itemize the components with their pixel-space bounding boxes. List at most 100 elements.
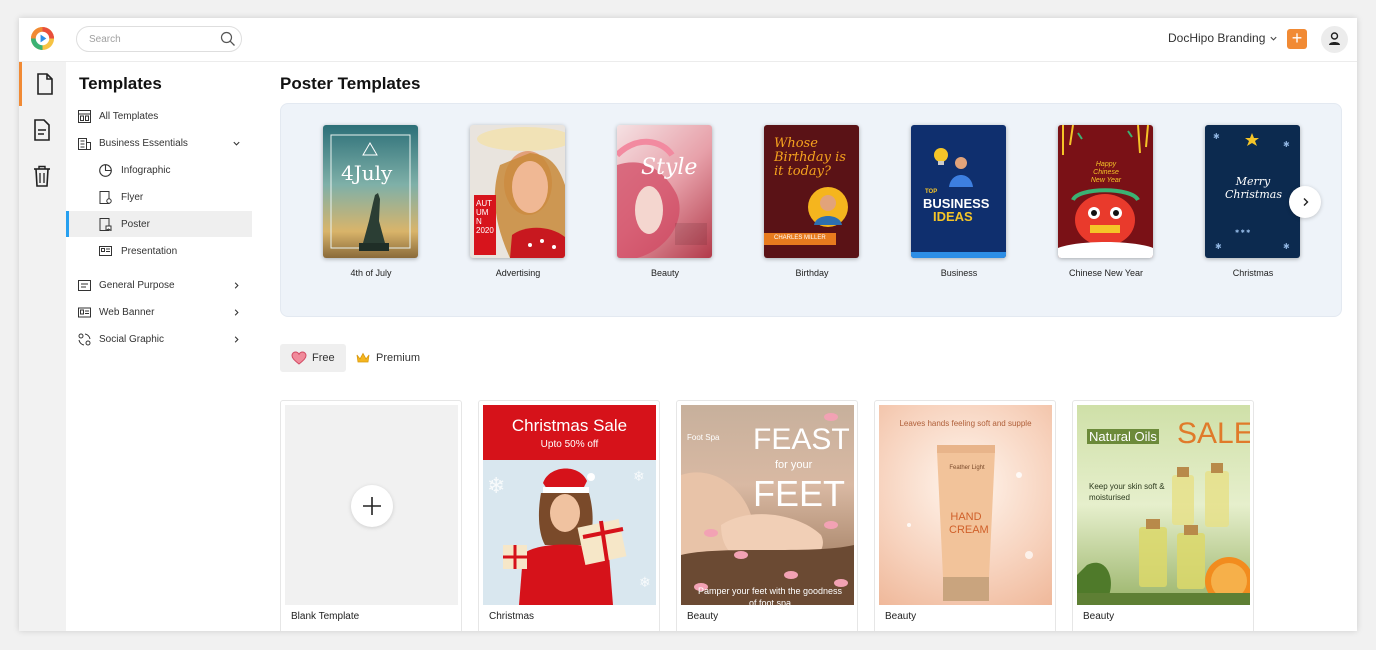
sidebar-item-label: Flyer (121, 191, 144, 203)
page-title: Poster Templates (280, 74, 421, 93)
svg-text:✱: ✱ (1283, 140, 1290, 149)
sidebar-item-label: Business Essentials (99, 137, 188, 149)
category-thumbnail: AUTUMN 2020 (470, 125, 565, 258)
sidebar-item-label: Infographic (121, 164, 171, 176)
lion-dance-illustration (1058, 125, 1153, 258)
user-account-button[interactable] (1321, 26, 1348, 53)
category-thumbnail: Style (617, 125, 712, 258)
filter-premium-label: Premium (376, 352, 421, 364)
template-footer: Pamper your feet with the goodness of fo… (697, 586, 843, 605)
sidebar-item-label: Presentation (121, 245, 178, 257)
document-lines-icon (34, 119, 50, 141)
chevron-right-icon (1303, 198, 1309, 206)
pie-chart-icon (99, 163, 112, 177)
filter-free-label: Free (312, 352, 335, 364)
main-content: Poster Templates 4July 4th of July AUTUM… (252, 62, 1357, 631)
category-label: Chinese New Year (1068, 268, 1144, 278)
category-label: Christmas (1232, 268, 1274, 278)
category-card-beauty[interactable]: Style Beauty (617, 125, 713, 278)
flyer-icon (99, 190, 112, 204)
rail-my-documents[interactable] (19, 108, 66, 152)
social-share-icon (78, 333, 91, 345)
template-thumbnail: Natural Oils SALE Keep your skin soft & … (1077, 405, 1250, 605)
sidebar-item-presentation[interactable]: Presentation (66, 238, 252, 264)
category-thumbnail: 4July (323, 125, 418, 258)
svg-text:✱: ✱ (1213, 132, 1220, 141)
templates-sidebar: Templates All Templates Business Essenti… (66, 62, 252, 631)
woman-hat-photo (474, 127, 565, 258)
sidebar-item-all-templates[interactable]: All Templates (66, 103, 252, 129)
template-thumbnail: Foot Spa FEAST for your FEET Pamper your… (681, 405, 854, 605)
template-thumbnail (285, 405, 458, 605)
template-card-hand-cream[interactable]: Leaves hands feeling soft and supple Fea… (874, 400, 1056, 631)
building-icon (78, 137, 91, 150)
category-thumbnail: TOP BUSINESS IDEAS (911, 125, 1006, 258)
add-blank-button[interactable] (351, 485, 393, 527)
sidebar-item-general-purpose[interactable]: General Purpose (66, 272, 252, 298)
sidebar-item-flyer[interactable]: Flyer (66, 184, 252, 210)
thumbnail-text: AUTUMN 2020 (476, 199, 494, 235)
svg-text:✱: ✱ (1283, 242, 1290, 251)
category-thumbnail: Happy Chinese New Year (1058, 125, 1153, 258)
template-card-natural-oils[interactable]: Natural Oils SALE Keep your skin soft & … (1072, 400, 1254, 631)
sidebar-item-label: General Purpose (99, 279, 175, 291)
tube-brand: Feather Light (949, 465, 985, 471)
sidebar-item-business-essentials[interactable]: Business Essentials (66, 130, 252, 156)
template-headline: FEAST (753, 423, 850, 456)
rail-templates[interactable] (19, 62, 66, 106)
category-card-advertising[interactable]: AUTUMN 2020 Advertising (470, 125, 566, 278)
category-label: Birthday (795, 268, 829, 278)
category-thumbnail: ✱ ✱ ✱ ✱ ✱ ✱ ✱ Merry Christmas (1205, 125, 1300, 258)
sidebar-item-infographic[interactable]: Infographic (66, 157, 252, 183)
carousel-next-button[interactable] (1289, 186, 1321, 218)
pink-hair-model-photo (617, 138, 707, 258)
template-headline2: FEET (753, 473, 846, 514)
search-icon[interactable] (220, 31, 236, 47)
chevron-right-icon (234, 335, 239, 343)
category-label: Beauty (650, 268, 680, 278)
template-label: Beauty (885, 611, 917, 622)
brand-dropdown[interactable]: DocHipo Branding (1168, 31, 1278, 45)
search-input[interactable] (89, 32, 209, 47)
plus-icon (363, 497, 381, 515)
filter-premium-button[interactable]: Premium (356, 344, 432, 372)
category-card-business[interactable]: TOP BUSINESS IDEAS Business (911, 125, 1007, 278)
sidebar-item-label: All Templates (99, 110, 159, 122)
search-box[interactable] (76, 26, 242, 52)
svg-text:✱ ✱ ✱: ✱ ✱ ✱ (1235, 229, 1251, 235)
template-card-christmas[interactable]: Christmas Sale Upto 50% off ❄ ❄ ❄ Christ… (478, 400, 660, 631)
thumbnail-text: 4July (341, 161, 393, 185)
category-card-chinese-new-year[interactable]: Happy Chinese New Year Chinese New Year (1058, 125, 1154, 278)
category-card-christmas[interactable]: ✱ ✱ ✱ ✱ ✱ ✱ ✱ Merry Christmas Christmas (1205, 125, 1301, 278)
chevron-right-icon (234, 308, 239, 316)
template-card-foot-spa[interactable]: Foot Spa FEAST for your FEET Pamper your… (676, 400, 858, 631)
template-thumbnail: Leaves hands feeling soft and supple Fea… (879, 405, 1052, 605)
category-label: 4th of July (350, 268, 392, 278)
template-label: Beauty (687, 611, 719, 622)
sidebar-item-label: Poster (121, 218, 150, 230)
filter-free-button[interactable]: Free (280, 344, 346, 372)
sidebar-item-poster[interactable]: Poster (66, 211, 252, 237)
crown-icon (356, 352, 370, 363)
template-label: Christmas (489, 611, 535, 622)
banner-icon (78, 307, 91, 317)
sidebar-item-social-graphic[interactable]: Social Graphic (66, 326, 252, 352)
template-label: Beauty (1083, 611, 1115, 622)
category-card-birthday[interactable]: Whose Birthday is it today? CHARLES MILL… (764, 125, 860, 278)
category-label: Advertising (495, 268, 541, 278)
checklist-icon (78, 279, 91, 291)
app-window: DocHipo Branding + (19, 18, 1357, 631)
trash-icon (34, 165, 50, 187)
template-card-blank[interactable]: Blank Template (280, 400, 462, 631)
thumbnail-text: Merry Christmas (1225, 175, 1282, 201)
add-button[interactable]: + (1287, 29, 1307, 49)
category-card-4th-of-july[interactable]: 4July 4th of July (323, 125, 419, 278)
template-kicker: Foot Spa (687, 433, 720, 442)
rail-trash[interactable] (19, 154, 66, 198)
dochipo-logo[interactable] (30, 26, 55, 51)
chevron-down-icon (1270, 36, 1277, 41)
sidebar-item-web-banner[interactable]: Web Banner (66, 299, 252, 325)
template-label: Blank Template (291, 611, 360, 622)
svg-text:❄: ❄ (487, 473, 505, 498)
tube-text: HAND CREAM (949, 511, 989, 536)
